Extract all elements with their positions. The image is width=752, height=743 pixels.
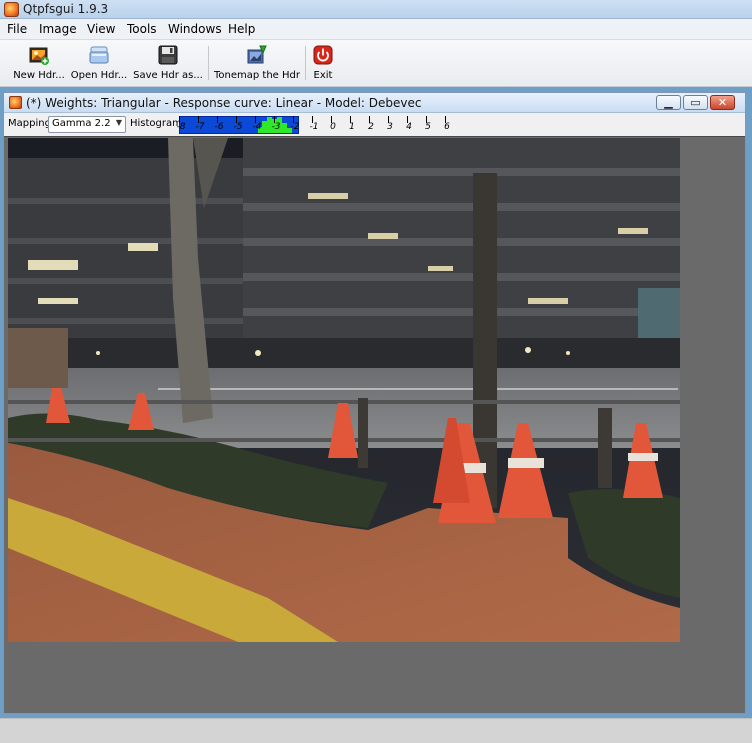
app-title: Qtpfsgui 1.9.3	[23, 2, 109, 16]
new-hdr-icon	[28, 44, 50, 66]
histogram-tick: 4	[406, 116, 412, 134]
save-hdr-label: Save Hdr as...	[133, 70, 203, 81]
histogram-tick: -7	[196, 116, 204, 134]
app-titlebar: Qtpfsgui 1.9.3	[0, 0, 752, 19]
histogram-tick: 2	[368, 116, 374, 134]
histogram-tick: -2	[291, 116, 299, 134]
close-icon: ✕	[717, 96, 728, 109]
close-button[interactable]: ✕	[710, 95, 735, 110]
main-toolbar: New Hdr... Open Hdr... Save Hdr as... To…	[0, 40, 752, 87]
mapping-select[interactable]: Gamma 2.2 ▼	[48, 116, 126, 133]
exit-label: Exit	[313, 70, 333, 81]
histogram-tick: -8	[177, 116, 185, 134]
minimize-icon: ▁	[664, 96, 673, 109]
histogram-tick: -1	[310, 116, 318, 134]
menu-tools[interactable]: Tools	[124, 22, 160, 36]
power-icon	[312, 44, 334, 66]
restore-button[interactable]: ▭	[683, 95, 708, 110]
menu-bar: File Image View Tools Windows Help	[0, 19, 752, 40]
tonemap-label: Tonemap the Hdr	[214, 70, 300, 81]
menu-image[interactable]: Image	[36, 22, 80, 36]
minimize-button[interactable]: ▁	[656, 95, 681, 110]
chevron-down-icon: ▼	[115, 118, 122, 127]
mapping-value: Gamma 2.2	[52, 118, 111, 129]
menu-windows[interactable]: Windows	[165, 22, 225, 36]
tonemap-icon	[246, 44, 268, 66]
menu-help[interactable]: Help	[225, 22, 258, 36]
subwindow-titlebar[interactable]: (*) Weights: Triangular - Response curve…	[4, 93, 745, 113]
open-hdr-label: Open Hdr...	[70, 70, 128, 81]
toolbar-separator	[208, 46, 209, 80]
menu-view[interactable]: View	[84, 22, 118, 36]
new-hdr-label: New Hdr...	[13, 70, 65, 81]
new-hdr-button[interactable]: New Hdr...	[10, 42, 68, 84]
save-hdr-button[interactable]: Save Hdr as...	[132, 42, 204, 84]
histogram-tick: -6	[215, 116, 223, 134]
restore-icon: ▭	[690, 96, 701, 109]
open-hdr-button[interactable]: Open Hdr...	[70, 42, 128, 84]
viewer-toolbar: Mapping: Gamma 2.2 ▼ Histogram: -8 -7 -6…	[4, 114, 745, 136]
histogram-tick: 1	[349, 116, 355, 134]
menu-file[interactable]: File	[4, 22, 30, 36]
toolbar-separator	[305, 46, 306, 80]
hdr-preview-image	[8, 138, 680, 642]
exit-button[interactable]: Exit	[308, 42, 338, 84]
tonemap-button[interactable]: Tonemap the Hdr	[214, 42, 300, 84]
histogram-tick: -4	[253, 116, 261, 134]
histogram-tick: -3	[272, 116, 280, 134]
hdr-subwindow: (*) Weights: Triangular - Response curve…	[3, 92, 746, 714]
floppy-disk-icon	[157, 44, 179, 66]
subwindow-logo-icon	[9, 96, 22, 109]
status-strip	[0, 718, 752, 743]
subwindow-title: (*) Weights: Triangular - Response curve…	[26, 96, 422, 110]
histogram-tick: 3	[387, 116, 393, 134]
image-viewport[interactable]	[4, 136, 745, 713]
app-logo-icon	[4, 2, 19, 17]
histogram-tick: 0	[330, 116, 336, 134]
histogram-tick: 6	[444, 116, 450, 134]
histogram-tick: -5	[234, 116, 242, 134]
open-folder-icon	[88, 44, 110, 66]
histogram-tick: 5	[425, 116, 431, 134]
histogram-scale: -8 -7 -6 -5 -4 -3 -2 -1 0 1 2 3 4 5 6 7	[177, 116, 469, 135]
